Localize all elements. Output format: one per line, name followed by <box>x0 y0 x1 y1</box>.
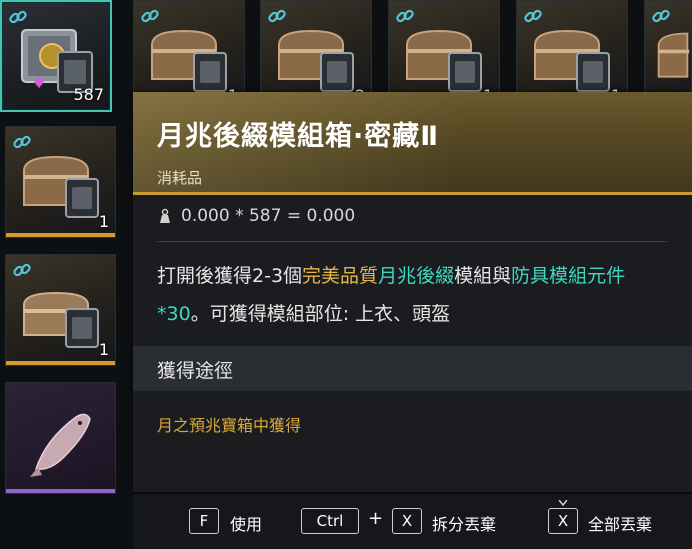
ctrl-key[interactable]: Ctrl <box>301 508 359 534</box>
section-header: 獲得途徑 <box>133 346 692 391</box>
discard-all-key[interactable]: X <box>548 508 578 534</box>
weight-icon <box>160 208 170 223</box>
series-highlight: 月兆後綴 <box>378 265 455 287</box>
weight-text: 0.000 * 587 = 0.000 <box>181 206 356 226</box>
inventory-slot[interactable]: 1 <box>5 254 116 366</box>
item-count: 1 <box>98 212 109 231</box>
item-count: 1 <box>98 340 109 359</box>
treasure-chest-icon <box>151 29 227 92</box>
rarity-stripe <box>133 192 692 195</box>
rarity-bar <box>6 489 115 493</box>
split-discard-label[interactable]: 拆分丟棄 <box>432 511 496 535</box>
tooltip-header: 月兆後綴模組箱·密藏Ⅱ 消耗品 <box>133 92 692 195</box>
description-text: 。可獲得模組部位: 上衣、頭盔 <box>190 303 451 325</box>
discard-all-label[interactable]: 全部丟棄 <box>588 511 652 535</box>
item-count: 587 <box>73 85 104 104</box>
inventory-slot[interactable]: 1 <box>5 126 116 238</box>
item-category: 消耗品 <box>157 169 203 187</box>
inventory-slot-fish[interactable] <box>5 382 116 494</box>
item-tooltip: 月兆後綴模組箱·密藏Ⅱ 消耗品 0.000 * 587 = 0.000 打開後獲… <box>133 92 692 492</box>
section-title: 獲得途徑 <box>157 360 234 382</box>
acquisition-source: 月之預兆寶箱中獲得 <box>157 416 302 435</box>
description-text: 模組與 <box>454 265 512 287</box>
rarity-bar <box>6 233 115 237</box>
split-key[interactable]: X <box>392 508 422 534</box>
weight-row: 0.000 * 587 = 0.000 <box>157 206 355 226</box>
action-bar: F 使用 Ctrl + X 拆分丟棄 X 全部丟棄 <box>133 494 692 549</box>
use-key[interactable]: F <box>189 508 219 534</box>
divider <box>157 241 667 242</box>
treasure-chest-icon <box>23 155 99 218</box>
quality-highlight: 完美品質 <box>302 265 379 287</box>
fish-icon <box>30 413 91 477</box>
item-title: 月兆後綴模組箱·密藏Ⅱ <box>157 121 440 152</box>
description-text: 打開後獲得2-3個 <box>157 265 303 287</box>
item-description: 打開後獲得2-3個完美品質月兆後綴模組與防具模組元件*30。可獲得模組部位: 上… <box>157 257 667 333</box>
use-label[interactable]: 使用 <box>230 511 262 535</box>
rarity-bar <box>6 361 115 365</box>
treasure-chest-icon <box>278 29 354 92</box>
treasure-chest-icon <box>23 291 99 348</box>
treasure-chest-icon <box>657 32 690 78</box>
treasure-chest-icon <box>534 29 610 92</box>
treasure-chest-icon <box>406 29 482 92</box>
plus-sign: + <box>368 508 384 529</box>
hold-indicator-icon <box>558 500 568 506</box>
inventory-slot-strongbox[interactable]: 587 <box>0 0 112 112</box>
